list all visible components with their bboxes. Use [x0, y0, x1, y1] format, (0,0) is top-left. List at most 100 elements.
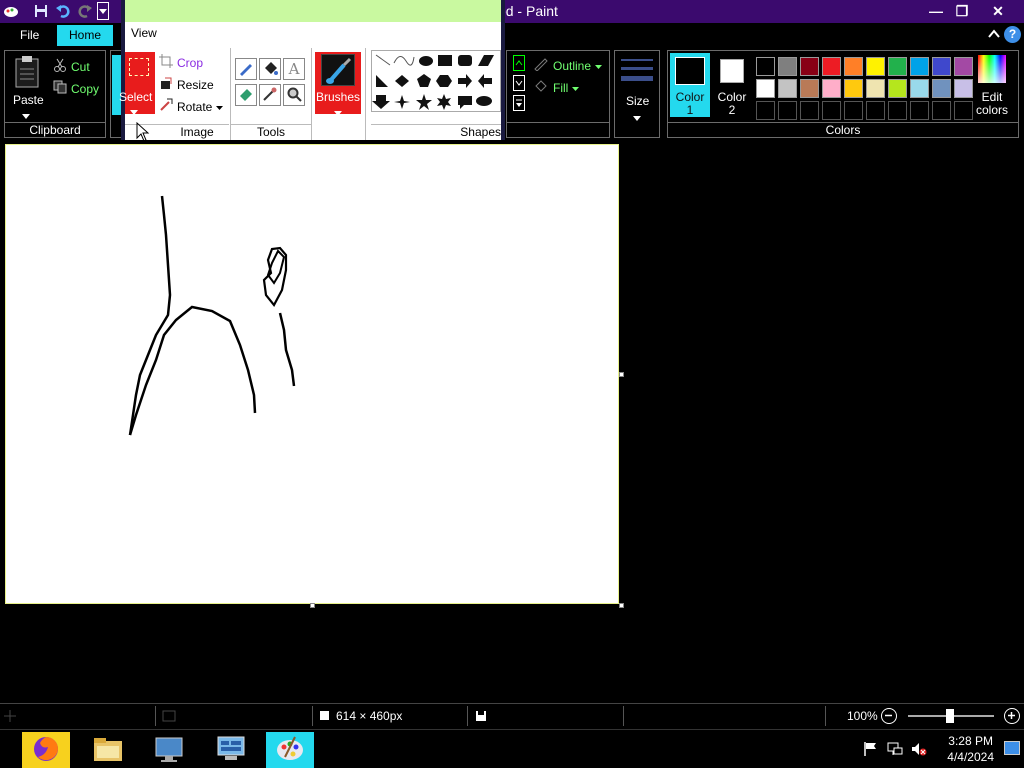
palette-swatch[interactable] — [888, 57, 907, 76]
outline-button[interactable]: Outline — [533, 57, 603, 74]
palette-swatch[interactable] — [954, 57, 973, 76]
shapes-gallery[interactable] — [371, 50, 501, 112]
paste-icon[interactable] — [13, 55, 43, 89]
custom-palette-slot[interactable] — [800, 101, 819, 120]
color1-button[interactable]: Color 1 — [670, 53, 710, 117]
size-button[interactable]: Size — [626, 94, 649, 108]
resize-button[interactable]: Resize — [159, 76, 214, 93]
magnifier-tool[interactable] — [283, 84, 305, 106]
pencil-tool[interactable] — [235, 58, 257, 80]
select-button[interactable]: Select — [119, 52, 155, 115]
zoom-in-button[interactable] — [1004, 708, 1020, 724]
palette-swatch[interactable] — [778, 57, 797, 76]
show-desktop-icon[interactable] — [1004, 741, 1020, 755]
selection-size-icon — [162, 710, 176, 725]
custom-palette-slot[interactable] — [756, 101, 775, 120]
palette-swatch[interactable] — [866, 79, 885, 98]
fill-button[interactable]: Fill — [533, 79, 580, 96]
palette-swatch[interactable] — [778, 79, 797, 98]
tab-file[interactable]: File — [8, 25, 51, 46]
palette-swatch[interactable] — [844, 57, 863, 76]
palette-swatch[interactable] — [822, 57, 841, 76]
color2-button[interactable]: Color 2 — [712, 53, 752, 117]
zoom-slider-thumb[interactable] — [946, 709, 954, 723]
pencil-icon — [238, 60, 254, 79]
palette-swatch[interactable] — [800, 57, 819, 76]
rotate-button[interactable]: Rotate — [159, 98, 224, 115]
crop-button[interactable]: Crop — [159, 54, 203, 71]
text-tool[interactable]: A — [283, 58, 305, 80]
shapes-expand[interactable] — [513, 95, 525, 111]
palette-swatch[interactable] — [756, 79, 775, 98]
palette-swatch[interactable] — [844, 79, 863, 98]
shapes-scroll-down[interactable] — [513, 75, 525, 91]
resize-handle-right[interactable] — [619, 372, 624, 377]
network-icon[interactable] — [886, 740, 904, 758]
paint-palette-icon — [275, 735, 305, 766]
overlay-ribbon-body: Select Crop Resize Rotate Image A Tools — [119, 44, 501, 142]
size-lines-icon[interactable] — [621, 57, 653, 87]
paste-dropdown-icon[interactable] — [22, 109, 30, 123]
edit-colors-button[interactable]: Edit colors — [972, 91, 1012, 117]
palette-swatch[interactable] — [910, 57, 929, 76]
cut-button[interactable]: Cut — [53, 58, 90, 75]
taskbar-paint[interactable] — [266, 732, 314, 768]
group-divider — [365, 48, 366, 140]
status-divider — [825, 706, 826, 726]
brushes-button[interactable]: Brushes — [315, 52, 361, 116]
copy-button[interactable]: Copy — [53, 80, 99, 97]
paste-button[interactable]: Paste — [13, 93, 44, 107]
palette-swatch[interactable] — [756, 57, 775, 76]
palette-swatch[interactable] — [932, 57, 951, 76]
canvas-dimensions: 614 × 460px — [336, 709, 403, 723]
shapes-scroll-up[interactable] — [513, 55, 525, 71]
clipboard-group-label: Clipboard — [5, 122, 105, 137]
edit-colors-icon[interactable] — [978, 55, 1006, 83]
resize-handle-bottom[interactable] — [310, 603, 315, 608]
taskbar-control-panel[interactable] — [207, 732, 255, 768]
palette-swatch[interactable] — [800, 79, 819, 98]
chevron-down-icon — [572, 81, 580, 95]
custom-palette-slot[interactable] — [888, 101, 907, 120]
clock-date: 4/4/2024 — [947, 750, 994, 764]
taskbar-firefox[interactable] — [22, 732, 70, 768]
palette-swatch[interactable] — [932, 79, 951, 98]
folder-icon — [93, 736, 123, 765]
custom-palette-slot[interactable] — [932, 101, 951, 120]
mouse-cursor-icon — [136, 121, 150, 142]
fill-bucket-icon — [533, 79, 549, 96]
collapse-ribbon-icon[interactable] — [986, 26, 1002, 42]
close-button[interactable]: ✕ — [982, 0, 1014, 22]
taskbar-file-explorer[interactable] — [84, 732, 132, 768]
palette-swatch[interactable] — [888, 79, 907, 98]
tab-view[interactable]: View — [131, 26, 157, 40]
custom-palette-slot[interactable] — [822, 101, 841, 120]
volume-muted-icon[interactable] — [910, 740, 928, 758]
drawing-canvas[interactable] — [5, 144, 619, 604]
copy-label: Copy — [71, 81, 100, 96]
palette-swatch[interactable] — [866, 57, 885, 76]
resize-handle-corner[interactable] — [619, 603, 624, 608]
palette-swatch[interactable] — [954, 79, 973, 98]
zoom-out-button[interactable] — [881, 708, 897, 724]
custom-palette-slot[interactable] — [866, 101, 885, 120]
custom-palette-slot[interactable] — [954, 101, 973, 120]
system-clock[interactable]: 3:28 PM 4/4/2024 — [947, 733, 994, 765]
custom-palette-slot[interactable] — [778, 101, 797, 120]
palette-swatch[interactable] — [822, 79, 841, 98]
palette-swatch[interactable] — [910, 79, 929, 98]
taskbar-remote-desktop[interactable] — [145, 732, 193, 768]
action-center-flag-icon[interactable] — [862, 740, 880, 758]
custom-palette-slot[interactable] — [910, 101, 929, 120]
tab-home[interactable]: Home — [57, 25, 114, 46]
colors-group-label: Colors — [668, 122, 1018, 137]
eraser-icon — [238, 86, 254, 105]
brush-icon — [321, 54, 355, 86]
maximize-button[interactable]: ❐ — [946, 0, 978, 22]
color-picker-tool[interactable] — [259, 84, 281, 106]
chevron-down-icon — [334, 106, 342, 120]
help-icon[interactable]: ? — [1004, 26, 1021, 43]
eraser-tool[interactable] — [235, 84, 257, 106]
fill-tool[interactable] — [259, 58, 281, 80]
custom-palette-slot[interactable] — [844, 101, 863, 120]
